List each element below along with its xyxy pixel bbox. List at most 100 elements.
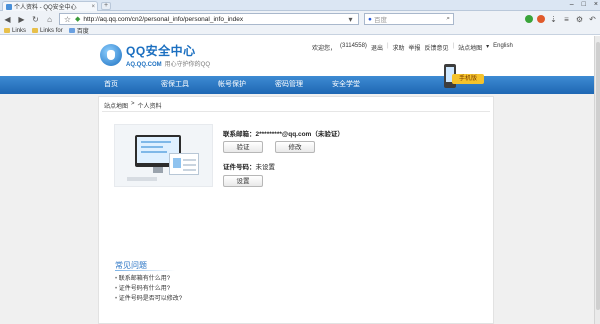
search-icon[interactable]: ⌕ [446,15,450,23]
screen-line [141,146,163,148]
address-url[interactable]: http://aq.qq.com/cn2/personal_info/perso… [83,16,343,23]
toolbar-extensions: ⇣ ≡ ⚙ ↶ [525,14,597,24]
screen-line [141,151,167,153]
page-icon [68,28,75,33]
address-bar[interactable]: ☆ ◆ http://aq.qq.com/cn2/personal_info/p… [59,13,359,25]
window-controls: – □ × [570,0,598,10]
id-card-icon [169,153,199,175]
divider [102,111,490,112]
mobile-version-badge[interactable]: 手机版 [440,64,486,90]
breadcrumb-current: 个人资料 [137,104,162,110]
browser-toolbar: ◀ ▶ ↻ ⌂ ☆ ◆ http://aq.qq.com/cn2/persona… [0,11,600,27]
home-icon[interactable]: ⌂ [45,15,54,24]
download-icon[interactable]: ⇣ [549,15,558,24]
chevron-down-icon: ▾ [486,44,490,50]
mobile-version-label: 手机版 [452,74,484,84]
search-engine-label: 百度 [373,17,387,24]
nav-home[interactable]: 首页 [104,76,161,94]
email-label: 联系邮箱： [223,131,256,138]
menu-icon[interactable]: ≡ [562,15,571,24]
account-number: (3114558) [340,43,367,49]
browser-titlebar: 个人资料 - QQ安全中心 × + – □ × [0,0,600,11]
content-panel: 站点地图 > 个人资料 联系邮箱：2*********@qq.com（未验证） … [98,96,494,324]
keyboard-icon [127,177,157,181]
breadcrumb-sitemap[interactable]: 站点地图 [104,101,128,110]
faq-underline [115,270,175,271]
faq-item[interactable]: 证件号码是否可以修改? [115,294,182,304]
logo-text: QQ安全中心 AQ.QQ.COM 用心守护你的QQ [126,42,210,68]
bookmark-label: 百度 [76,29,89,35]
logo-domain: AQ.QQ.COM 用心守护你的QQ [126,59,210,68]
favicon-icon [6,3,12,10]
modify-button[interactable]: 修改 [275,141,315,153]
star-icon[interactable]: ☆ [63,15,72,24]
photo-placeholder [173,158,181,168]
qq-shield-icon [100,44,122,66]
new-tab-button[interactable]: + [101,2,111,10]
browser-tab[interactable]: 个人资料 - QQ安全中心 × [2,1,98,11]
card-line [183,159,196,161]
card-line [183,164,196,166]
extension-green-icon[interactable] [525,14,533,23]
profile-illustration [114,124,213,187]
id-row: 证件号码：未设置 [223,161,275,171]
settings-icon[interactable]: ⚙ [575,15,584,24]
bookmark-baidu[interactable]: 百度 [68,26,89,35]
search-box[interactable]: ● 百度 ⌕ [364,13,454,25]
welcome-text: 欢迎您， [312,46,337,52]
folder-icon [4,28,10,33]
faq-item[interactable]: 证件号码有什么用? [115,284,182,294]
bookmark-links-for[interactable]: Links for [32,28,63,34]
monitor-stand [153,167,163,173]
scrollbar-thumb[interactable] [596,42,600,310]
logo-domain-text: AQ.QQ.COM [126,62,162,68]
nav-security-school[interactable]: 安全学堂 [332,76,389,94]
site-header: QQ安全中心 AQ.QQ.COM 用心守护你的QQ 欢迎您， (3114558) … [0,36,594,76]
breadcrumb: 站点地图 > 个人资料 [104,101,162,110]
site-logo[interactable]: QQ安全中心 AQ.QQ.COM 用心守护你的QQ [100,42,210,68]
bookmarks-bar: Links Links for 百度 [0,27,600,35]
english-link[interactable]: English [493,43,513,52]
tab-title: 个人资料 - QQ安全中心 [14,5,77,11]
forward-icon[interactable]: ▶ [17,15,26,24]
back-icon[interactable]: ◀ [3,15,12,24]
help-link[interactable]: 求助 [393,43,405,52]
logo-slogan: 用心守护你的QQ [164,62,211,68]
bookmark-links[interactable]: Links [4,28,26,34]
search-engine-icon: ● [368,15,372,23]
divider: | [386,43,389,49]
shield-icon: ◆ [75,16,81,23]
maximize-button[interactable]: □ [582,0,586,10]
folder-icon [32,28,39,33]
top-nav: 欢迎您， (3114558) 退出 | 求助 举报 反馈意见 | 站点地图 ▾ … [312,43,513,52]
id-value: 未设置 [255,164,276,171]
tab-close-icon[interactable]: × [91,4,95,10]
verify-button[interactable]: 验证 [223,141,263,153]
bookmark-label: Links [12,27,27,34]
feedback-link[interactable]: 反馈意见 [425,43,449,52]
report-link[interactable]: 举报 [409,43,421,52]
nav-security-tools[interactable]: 密保工具 [161,76,218,94]
faq-item[interactable]: 联系邮箱有什么用? [115,274,182,284]
set-button[interactable]: 设置 [223,175,263,187]
divider: | [452,43,455,49]
bookmark-label: Links for [40,27,63,34]
breadcrumb-separator: > [131,101,135,107]
id-label: 证件号码： [223,164,256,171]
reload-icon[interactable]: ↻ [31,15,40,24]
minimize-button[interactable]: – [570,0,574,10]
main-nav: 首页 密保工具 帐号保护 密码管理 安全学堂 [0,76,594,94]
sitemap-link[interactable]: 站点地图 [458,43,482,52]
web-page: QQ安全中心 AQ.QQ.COM 用心守护你的QQ 欢迎您， (3114558) … [0,36,594,324]
logo-title: QQ安全中心 [126,44,196,58]
extension-orange-icon[interactable] [537,14,545,23]
nav-password-management[interactable]: 密码管理 [275,76,332,94]
nav-account-protection[interactable]: 帐号保护 [218,76,275,94]
faq-list: 联系邮箱有什么用? 证件号码有什么用? 证件号码是否可以修改? [115,274,182,304]
dropdown-icon[interactable]: ▾ [346,15,355,24]
email-value: 2*********@qq.com（未验证） [255,131,344,138]
close-window-button[interactable]: × [594,0,598,10]
logout-link[interactable]: 退出 [371,43,383,52]
undo-icon[interactable]: ↶ [588,15,597,24]
vertical-scrollbar[interactable] [594,36,600,324]
